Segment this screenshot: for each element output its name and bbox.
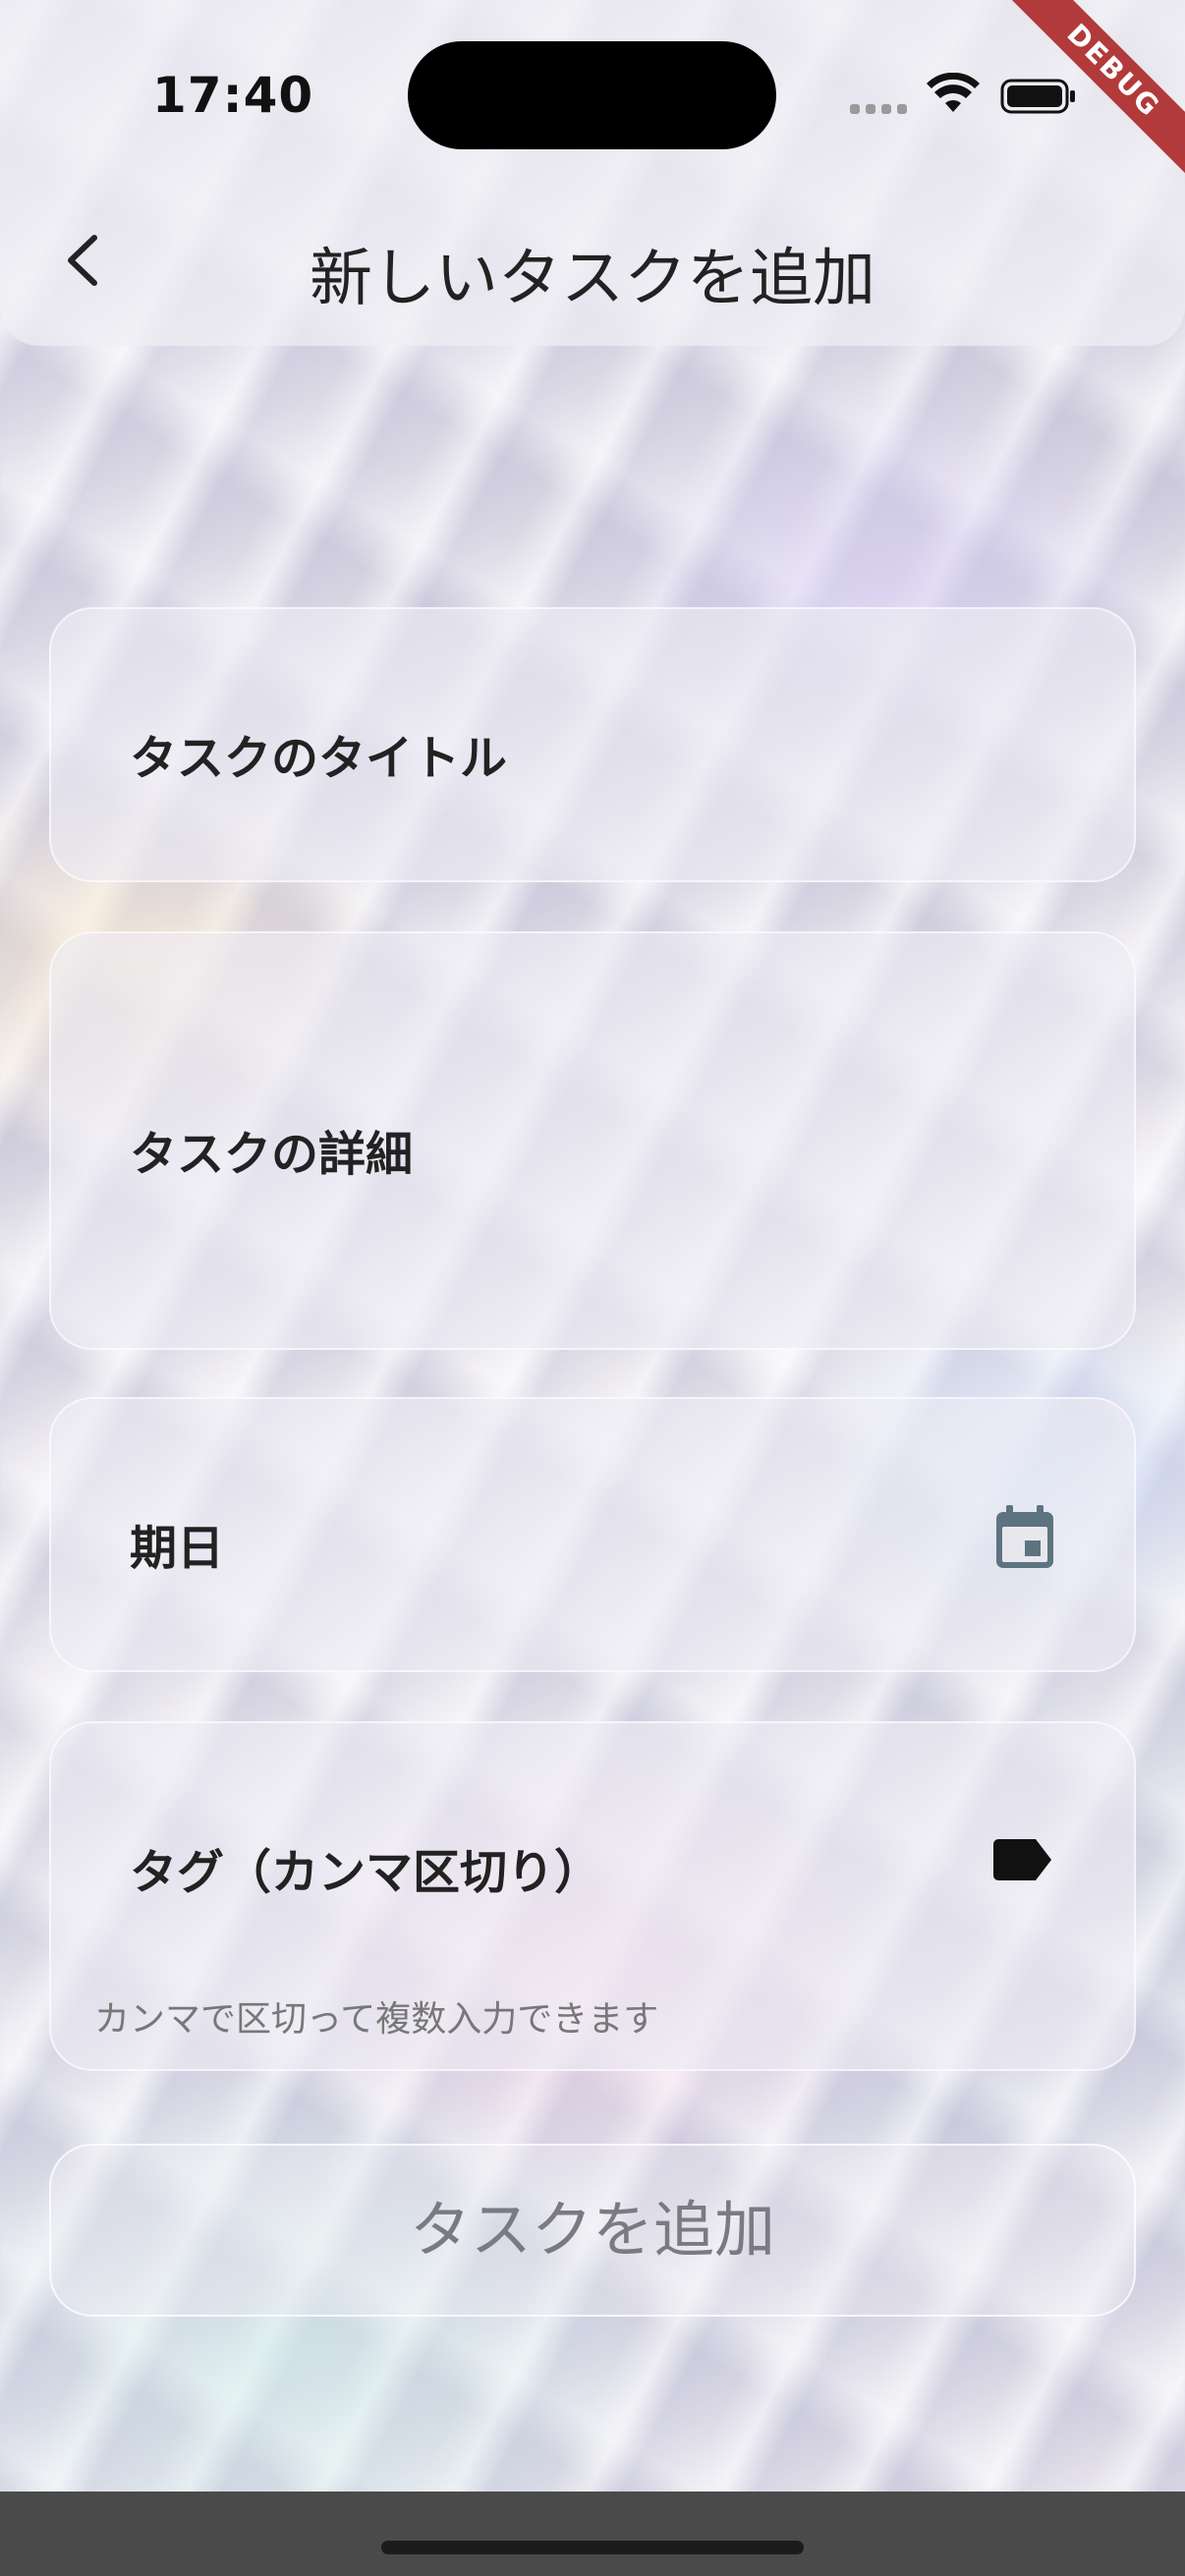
dynamic-island: [408, 41, 776, 149]
battery-icon: [1000, 79, 1075, 114]
status-time: 17:40: [152, 67, 314, 124]
add-task-button[interactable]: タスクを追加: [49, 2144, 1136, 2317]
tags-field[interactable]: タグ（カンマ区切り） カンマで区切って複数入力できます: [49, 1721, 1136, 2071]
due-date-label: 期日: [130, 1521, 225, 1576]
tag-icon: [993, 1839, 1051, 1880]
tags-label: タグ（カンマ区切り）: [130, 1845, 602, 1900]
tags-helper-text: カンマで区切って複数入力できます: [94, 1999, 659, 2040]
task-detail-field[interactable]: タスクの詳細: [49, 931, 1136, 1350]
calendar-icon[interactable]: [994, 1505, 1055, 1570]
home-indicator[interactable]: [381, 2541, 804, 2554]
cellular-signal-icon: [850, 104, 907, 114]
task-title-label: タスクのタイトル: [130, 731, 508, 786]
task-title-field[interactable]: タスクのタイトル: [49, 607, 1136, 882]
due-date-field[interactable]: 期日: [49, 1397, 1136, 1672]
wifi-icon: [927, 73, 980, 112]
page-title: 新しいタスクを追加: [310, 243, 875, 315]
task-detail-label: タスクの詳細: [130, 1127, 414, 1182]
system-navigation-bar: [0, 2492, 1185, 2576]
